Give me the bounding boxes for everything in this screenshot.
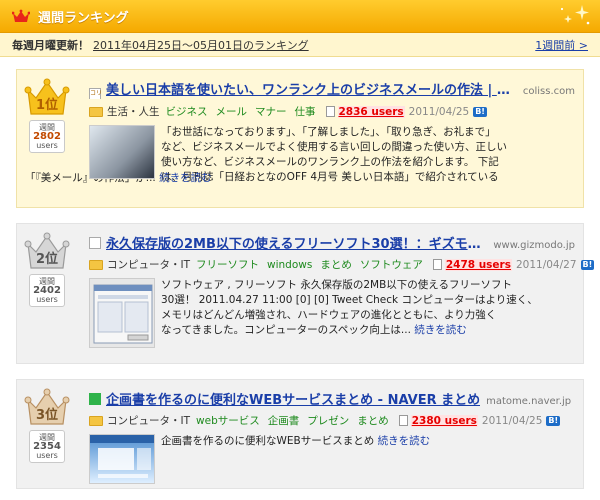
update-bar: 毎週月曜更新！ 2011年04月25日〜05月01日のランキング 1週間前 > [0,33,600,57]
update-note: 毎週月曜更新！ [12,38,89,52]
page-title: 週間ランキング [38,10,129,26]
read-more-link[interactable]: 続きを読む [159,172,212,184]
screenshot-thumbnail-icon [93,284,153,344]
read-more-link[interactable]: 続きを読む [378,435,431,447]
ranking-entry: 2位 週間 2402 users 永久保存版の2MB以下の使えるフリーソフト30… [16,223,595,364]
weekly-users-count: 2402 [33,285,61,296]
entry-title-link[interactable]: 永久保存版の2MB以下の使えるフリーソフト30選！：ギズモード・ジャ... [106,233,487,252]
entry-domain: www.gizmodo.jp [493,240,575,251]
web-screenshot-thumbnail-icon [90,435,154,478]
weekly-users-count: 2802 [33,131,61,142]
document-icon [398,415,408,426]
entry-title-link[interactable]: 美しい日本語を使いたい、ワンランク上のビジネスメールの作法 | コ... [106,79,517,98]
users-label: users [36,295,58,304]
bookmark-count-link[interactable]: 2380 users [410,414,478,427]
tag-link[interactable]: ビジネス [166,104,208,119]
tag-link[interactable]: マナー [255,104,287,119]
description-line: は、月刊誌「日経おとなのOFF 4月号 美しい日本語」で紹介されている [161,171,499,183]
previous-week-link[interactable]: 1週間前 > [535,37,588,53]
entry-thumbnail[interactable] [89,434,155,484]
folder-icon [89,106,103,117]
rank-badge: 1位 週間 2802 users [23,76,71,153]
tag-link[interactable]: 仕事 [295,104,316,119]
bookmark-add-icon[interactable]: B! [546,415,561,426]
document-icon [325,106,335,117]
weekly-users-box: 週間 2354 users [29,430,65,463]
entry-description: ソフトウェア , フリーソフト 永久保存版の2MB以下の使えるフリーソフト 30… [161,278,538,348]
entry-domain: matome.naver.jp [486,396,572,407]
description-line: など、ビジネスメールでよく使用する言い回しの間違った使い方、正しい [161,141,507,153]
tag-link[interactable]: ソフトウェア [360,257,423,272]
tag-link[interactable]: まとめ [320,257,352,272]
entry-thumbnail[interactable] [89,278,155,348]
entry-title-link[interactable]: 企画書を作るのに便利なWEBサービスまとめ - NAVER まとめ [106,389,480,408]
read-more-link[interactable]: 続きを読む [414,324,467,336]
description-tail-row: なってきました。コンピューターのスペック向上は... 続きを読む [161,323,538,338]
silver-crown-icon: 2位 [24,232,70,269]
entry-date: 2011/04/27 [515,258,577,271]
tag-link[interactable]: 企画書 [268,413,300,428]
description-tail: 企画書を作るのに便利なWEBサービスまとめ [161,435,375,447]
site-favicon-icon [89,393,101,405]
ranking-entry: 3位 週間 2354 users 企画書を作るのに便利なWEBサービスまとめ -… [16,379,584,489]
ranking-entry: 1位 週間 2802 users コリ 美しい日本語を使いたい、ワンランク上のビ… [16,69,584,208]
description-line: 「お世話になっております」、「了解しました」、「取り急ぎ、お礼まで」 [161,126,496,138]
tag-link[interactable]: メール [216,104,248,119]
tag-link[interactable]: windows [267,259,312,271]
category-link[interactable]: 生活・人生 [107,104,160,119]
weekly-users-count: 2354 [33,441,61,452]
site-favicon-icon: コリ [89,88,102,99]
category-link[interactable]: コンピュータ・IT [107,257,190,272]
ranking-period-link[interactable]: 2011年04月25日〜05月01日のランキング [93,37,309,53]
entry-description: 「お世話になっております」、「了解しました」、「取り急ぎ、お礼まで」 など、ビジ… [161,125,507,185]
entry-description: 企画書を作るのに便利なWEBサービスまとめ 続きを読む [161,434,430,484]
category-link[interactable]: コンピュータ・IT [107,413,190,428]
crown-icon [12,9,30,22]
tag-link[interactable]: まとめ [357,413,389,428]
folder-icon [89,259,103,270]
rank-label: 2位 [36,251,58,267]
bookmark-add-icon[interactable]: B! [473,106,487,117]
weekly-users-box: 週間 2402 users [29,274,65,307]
entry-domain: coliss.com [522,86,575,97]
bronze-crown-icon: 3位 [24,388,70,425]
document-icon [432,259,442,270]
rank-badge: 3位 週間 2354 users [23,386,71,463]
users-label: users [36,451,58,460]
gold-crown-icon: 1位 [24,78,70,115]
folder-icon [89,415,103,426]
rank-label: 1位 [36,97,58,113]
tag-link[interactable]: webサービス [196,413,260,428]
description-line: メモリはどんどん増強され、ハードウェアの進化とともに、より力強く [161,309,497,321]
entry-date: 2011/04/25 [481,414,543,427]
tag-link[interactable]: プレゼン [307,413,349,428]
description-line: 使い方など、ビジネスメールのワンランク上の作法を紹介します。 下記 [161,156,499,168]
users-label: users [36,141,58,150]
bookmark-count-link[interactable]: 2478 users [444,258,512,271]
rank-label: 3位 [36,407,58,423]
bookmark-add-icon[interactable]: B! [580,259,595,270]
description-tail: なってきました。コンピューターのスペック向上は... [161,324,411,336]
bookmark-count-link[interactable]: 2836 users [337,105,405,118]
description-line: 30選！ 2011.04.27 11:00 [0] [0] Tweet Chec… [161,294,538,306]
sparkle-icon [560,5,590,25]
ranking-list: 1位 週間 2802 users コリ 美しい日本語を使いたい、ワンランク上のビ… [0,57,600,489]
rank-badge: 2位 週間 2402 users [23,230,71,307]
tag-link[interactable]: フリーソフト [196,257,259,272]
weekly-users-box: 週間 2802 users [29,120,65,153]
description-line: ソフトウェア , フリーソフト 永久保存版の2MB以下の使えるフリーソフト [161,279,512,291]
entry-date: 2011/04/25 [408,105,470,118]
ranking-header: 週間ランキング [0,0,600,33]
entry-thumbnail[interactable] [89,125,155,179]
site-favicon-icon [89,237,101,249]
